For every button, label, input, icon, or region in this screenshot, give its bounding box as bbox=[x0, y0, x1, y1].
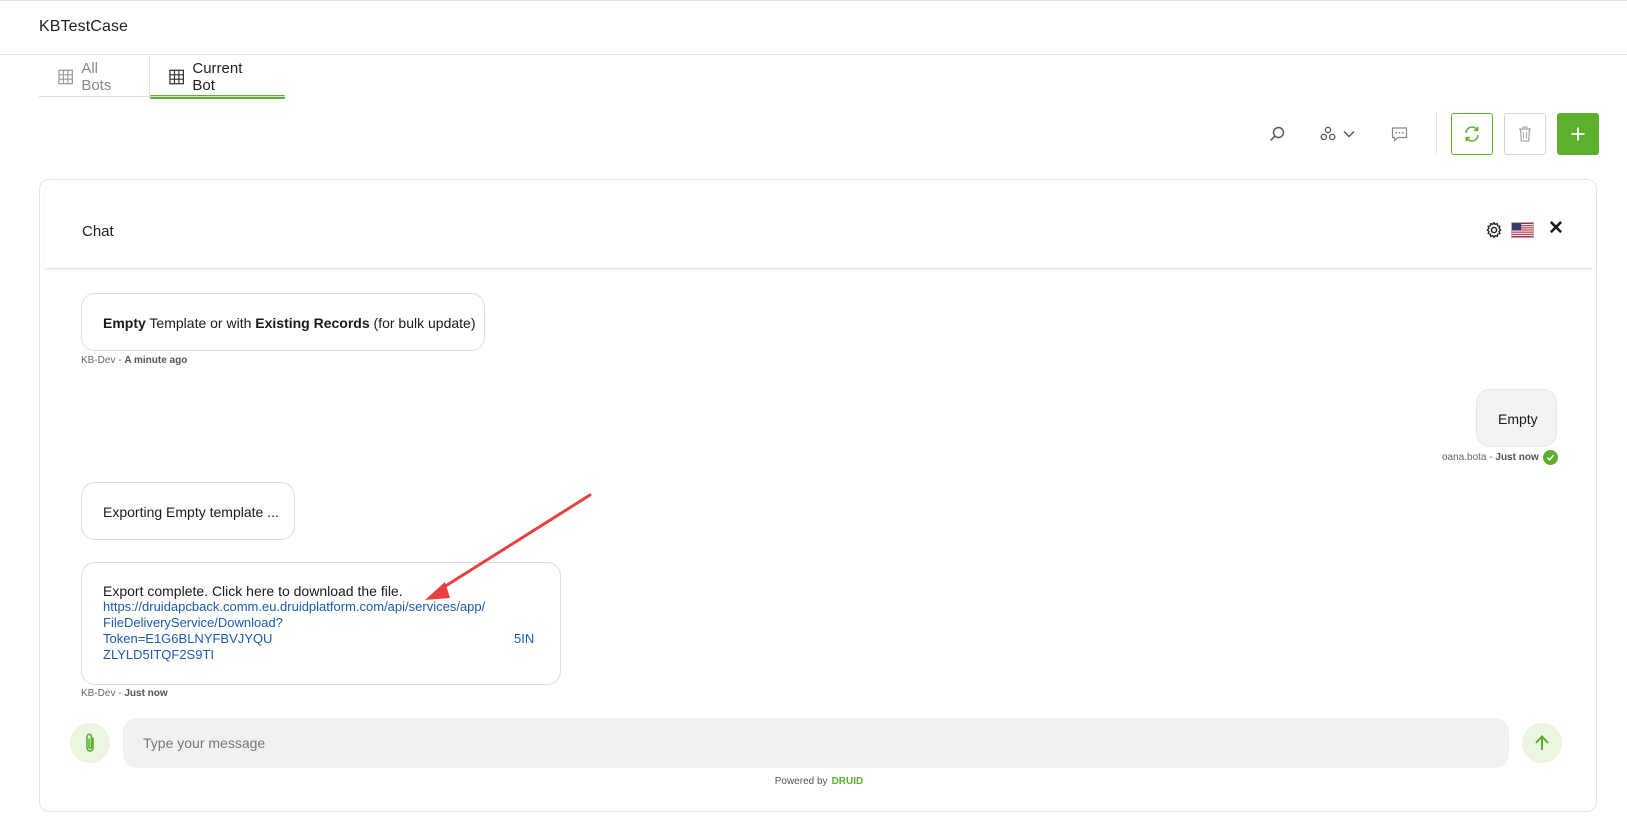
message-author: KB-Dev bbox=[81, 688, 116, 699]
chevron-down-icon bbox=[1343, 131, 1355, 138]
chat-icon bbox=[1391, 127, 1407, 142]
plus-icon bbox=[1571, 127, 1585, 141]
message-text: Export complete. Click here to download … bbox=[103, 583, 403, 599]
check-circle-icon bbox=[1542, 450, 1558, 465]
meta-separator: - bbox=[115, 355, 125, 366]
message-author: KB-Dev bbox=[81, 355, 116, 366]
toolbar-separator bbox=[1436, 113, 1437, 155]
us-flag-icon[interactable] bbox=[1511, 222, 1534, 238]
tab-all-bots-label: All Bots bbox=[81, 60, 112, 94]
close-icon[interactable]: ✕ bbox=[1548, 219, 1564, 239]
download-link-token: 5IN bbox=[514, 631, 535, 646]
message-text-bold: Existing Records bbox=[255, 315, 370, 331]
download-link-line: ZLYLD5ITQF2S9TI bbox=[103, 647, 215, 662]
refresh-button[interactable] bbox=[1451, 113, 1493, 155]
bot-message-bubble: Export complete. Click here to download … bbox=[81, 562, 561, 685]
meta-separator: - bbox=[115, 688, 125, 699]
download-link[interactable]: https://druidapcback.comm.eu.druidplatfo… bbox=[103, 599, 539, 663]
top-border bbox=[0, 0, 1627, 2]
message-meta: KB-Dev - Just now bbox=[81, 688, 168, 699]
brand-name: DRUID bbox=[831, 776, 864, 787]
message-input[interactable] bbox=[123, 718, 1509, 768]
message-meta: KB-Dev - A minute ago bbox=[81, 355, 187, 366]
message-time: Just now bbox=[1495, 452, 1539, 463]
message-author: oana.bota bbox=[1442, 452, 1487, 463]
tab-current-bot-label: Current Bot bbox=[192, 60, 243, 94]
page: KBTestCase All Bots Current Bot Chat ✕ E… bbox=[0, 0, 1627, 822]
grid-icon bbox=[58, 69, 73, 85]
user-message-bubble: Empty bbox=[1476, 389, 1557, 447]
download-link-token: Token=E1G6BLNYFBVJYQU bbox=[103, 631, 273, 646]
grid-icon bbox=[169, 69, 185, 85]
attach-button[interactable] bbox=[70, 723, 110, 763]
add-button[interactable] bbox=[1557, 113, 1599, 155]
download-link-line: https://druidapcback.comm.eu.druidplatfo… bbox=[103, 599, 486, 614]
tab-current-bot[interactable]: Current Bot bbox=[150, 56, 285, 99]
bot-message-bubble: Exporting Empty template ... bbox=[81, 482, 295, 540]
bot-group-dropdown[interactable] bbox=[1313, 113, 1363, 155]
message-text-bold: Empty bbox=[103, 315, 146, 331]
message-meta: oana.bota - Just now bbox=[1442, 450, 1558, 465]
refresh-icon bbox=[1465, 126, 1479, 142]
download-link-line: FileDeliveryService/Download? bbox=[103, 615, 283, 630]
gear-icon[interactable] bbox=[1485, 221, 1503, 239]
chat-toggle-button[interactable] bbox=[1385, 113, 1413, 155]
toolbar bbox=[1263, 113, 1599, 155]
download-link-token-row: Token=E1G6BLNYFBVJYQU 5IN bbox=[103, 631, 539, 647]
bot-message-bubble: Empty Template or with Existing Records … bbox=[81, 293, 485, 351]
app-title: KBTestCase bbox=[39, 18, 129, 35]
chat-panel: Chat ✕ Empty Template or with Existing R… bbox=[39, 179, 1597, 812]
bot-tabs: All Bots Current Bot bbox=[39, 56, 1599, 99]
tabs-baseline bbox=[39, 96, 285, 97]
search-icon bbox=[1269, 126, 1285, 142]
message-text: Exporting Empty template ... bbox=[103, 504, 279, 520]
trash-icon bbox=[1519, 126, 1531, 142]
chat-title: Chat bbox=[82, 223, 114, 240]
powered-by-text: Powered by bbox=[774, 776, 828, 787]
message-composer bbox=[70, 718, 1562, 768]
tab-all-bots[interactable]: All Bots bbox=[39, 56, 150, 98]
message-time: A minute ago bbox=[124, 355, 188, 366]
message-text: Empty bbox=[1498, 411, 1538, 427]
arrow-up-icon bbox=[1535, 735, 1549, 750]
message-time: Just now bbox=[124, 688, 168, 699]
group-icon bbox=[1320, 126, 1336, 141]
delete-button[interactable] bbox=[1504, 113, 1546, 155]
chat-header: Chat ✕ bbox=[45, 185, 1592, 269]
message-text: (for bulk update) bbox=[369, 315, 476, 331]
powered-by: Powered by DRUID bbox=[40, 776, 1598, 787]
paperclip-icon bbox=[86, 733, 94, 752]
search-button[interactable] bbox=[1263, 113, 1291, 155]
header-divider bbox=[0, 54, 1627, 55]
send-button[interactable] bbox=[1522, 723, 1562, 763]
message-text: Template or with bbox=[145, 315, 256, 331]
